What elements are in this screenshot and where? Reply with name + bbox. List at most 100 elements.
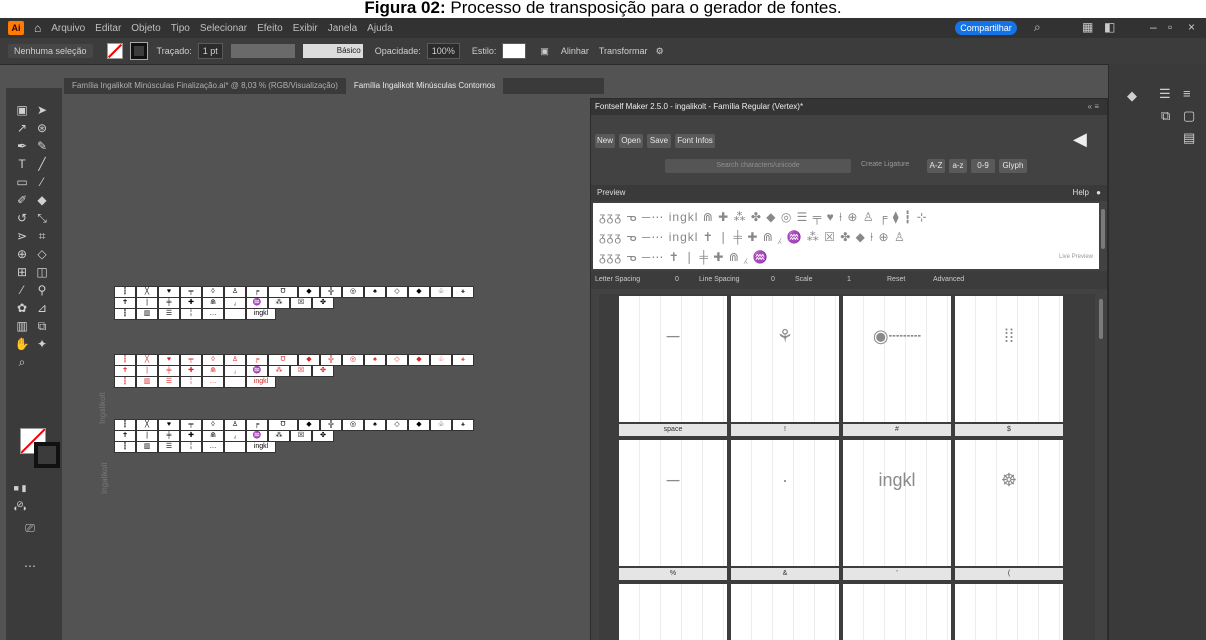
type-tool-icon[interactable]: T — [14, 156, 30, 172]
home-icon[interactable]: ⌂ — [34, 21, 41, 35]
glyph-cell[interactable]: ⚹ — [452, 286, 474, 298]
menu-exibir[interactable]: Exibir — [293, 23, 318, 34]
puppet-warp-tool-icon[interactable]: ✦ — [34, 336, 50, 352]
glyph-cell[interactable]: ♠ — [364, 419, 386, 431]
glyph-cell[interactable]: ☒ — [290, 297, 312, 309]
brush-tool-icon[interactable]: ⁄ — [34, 174, 50, 190]
search-icon[interactable]: ⌕ — [1034, 20, 1041, 35]
glyph-cell[interactable]: ╎ — [180, 376, 202, 388]
pen-tool-icon[interactable]: ✒ — [14, 138, 30, 154]
variable-width-field[interactable] — [230, 44, 295, 58]
glyph-cell[interactable]: … — [202, 441, 224, 453]
panel-collapse-icon[interactable]: « ≡ — [1088, 102, 1099, 111]
help-label[interactable]: Help — [1073, 185, 1089, 201]
glyph-cell[interactable]: ◎ — [342, 354, 364, 366]
menu-icon[interactable]: ≡ — [1183, 86, 1191, 101]
glyph-cell[interactable]: ✤ — [312, 297, 334, 309]
glyph-card-label[interactable]: # — [843, 424, 951, 436]
glyph-cell[interactable]: ingkl — [246, 441, 276, 453]
glyph-cell[interactable]: ▥ — [136, 308, 158, 320]
glyph-cell[interactable]: ◎ — [342, 286, 364, 298]
advanced-button[interactable]: Advanced — [933, 271, 964, 289]
glyph-cell[interactable] — [224, 441, 246, 453]
font-infos-button[interactable]: Font Infos — [675, 134, 715, 148]
glyph-cell[interactable]: ♧ — [430, 419, 452, 431]
maximize-icon[interactable]: ▫ — [1168, 20, 1172, 34]
layers-icon[interactable]: ⧉ — [1161, 108, 1170, 124]
live-preview-toggle[interactable]: Live Preview — [1059, 247, 1093, 267]
glyph-cell[interactable]: … — [202, 376, 224, 388]
glyph-cell[interactable]: ◆ — [408, 419, 430, 431]
preview-text-area[interactable]: ᵹᵹᵹ ᓀ ─⋯ ingkl ⋒ ✚ ⁂ ✤ ◆ ◎ ☰ ╤ ♥ ⍿ ⊕ ♙ ╒… — [593, 203, 1099, 269]
glyph-card[interactable]: ⚘ — [731, 296, 839, 422]
edit-toolbar-icon[interactable]: ⋯ — [22, 558, 38, 574]
glyph-cell[interactable]: ♠ — [364, 354, 386, 366]
menu-selecionar[interactable]: Selecionar — [200, 23, 247, 34]
glyph-cell[interactable]: ╎ — [180, 441, 202, 453]
menu-janela[interactable]: Janela — [328, 23, 357, 34]
glyph-cell[interactable]: ◆ — [408, 286, 430, 298]
glyph-cell[interactable]: ◆ — [408, 354, 430, 366]
gradient-tool-icon[interactable]: ◫ — [34, 264, 50, 280]
save-button[interactable]: Save — [647, 134, 671, 148]
glyph-cell[interactable]: ☰ — [158, 441, 180, 453]
glyph-card[interactable] — [619, 584, 727, 640]
case-lower-button[interactable]: a-z — [949, 159, 967, 173]
menu-tipo[interactable]: Tipo — [171, 23, 190, 34]
perspective-tool-icon[interactable]: ◇ — [34, 246, 50, 262]
glyph-card-label[interactable]: space — [619, 424, 727, 436]
slice-tool-icon[interactable]: ⊿ — [34, 300, 50, 316]
glyph-cell[interactable]: ingkl — [246, 308, 276, 320]
letter-spacing-value[interactable]: 0 — [675, 271, 679, 289]
glyph-cell[interactable]: ♠ — [364, 286, 386, 298]
color-mode-icon[interactable]: ■ ▮ ⊘ — [12, 480, 28, 509]
opacity-field[interactable]: 100% — [426, 43, 460, 59]
free-transform-tool-icon[interactable]: ⌗ — [34, 228, 50, 244]
open-button[interactable]: Open — [619, 134, 643, 148]
mesh-tool-icon[interactable]: ⊞ — [14, 264, 30, 280]
glyph-cell[interactable]: ⚹ — [452, 354, 474, 366]
line-spacing-value[interactable]: 0 — [771, 271, 775, 289]
document-setup-icon[interactable]: ▣ — [540, 46, 549, 57]
glyph-cell[interactable]: ▥ — [136, 376, 158, 388]
glyph-card[interactable]: ◉┄┄┄ — [843, 296, 951, 422]
glyph-cell[interactable]: … — [202, 308, 224, 320]
artboard-tool2-icon[interactable]: ⧉ — [34, 318, 50, 334]
align-link[interactable]: Alinhar — [561, 46, 589, 56]
workspace-icon[interactable]: ◧ — [1104, 20, 1115, 34]
glyph-sheet[interactable]: ┇ ╳ ♥ ╤ ◊ ♙ ╒ Ʊ ◆ ╬ ◎ ♠ ◇ ◆ ♧ ⚹ ✝ ❘ ╪ ✚ ⋒ ⁁ ♒ ⁂ ☒ ✤ ┇ ▥ ☰ ╎… ingkl — [58, 286, 588, 326]
glyph-card-label[interactable]: ! — [731, 424, 839, 436]
glyph-card-label[interactable]: ' — [843, 568, 951, 580]
unicode-search-input[interactable]: Search characters/unicode — [665, 159, 851, 173]
glyph-card-label[interactable]: $ — [955, 424, 1063, 436]
glyph-cell[interactable]: ◎ — [342, 419, 364, 431]
glyph-card[interactable]: · — [731, 440, 839, 566]
menu-editar[interactable]: Editar — [95, 23, 121, 34]
glyph-card[interactable] — [843, 584, 951, 640]
glyph-cell[interactable]: ⚹ — [452, 419, 474, 431]
share-button[interactable]: Compartilhar — [955, 21, 1017, 35]
selection-tool-icon[interactable]: ➤ — [34, 102, 50, 118]
menu-objeto[interactable]: Objeto — [131, 23, 160, 34]
glyph-cell[interactable]: ingkl — [246, 376, 276, 388]
graph-tool-icon[interactable]: ▥ — [14, 318, 30, 334]
eyedropper-tool-icon[interactable]: ⁄ — [14, 282, 30, 298]
glyph-cell[interactable] — [224, 376, 246, 388]
stroke-weight-field[interactable]: 1 pt — [197, 43, 223, 59]
glyph-cell[interactable]: ♧ — [430, 286, 452, 298]
glyph-cell[interactable]: ╎ — [180, 308, 202, 320]
stroke-color-icon[interactable] — [34, 442, 60, 468]
glyph-cell[interactable]: ☒ — [290, 430, 312, 442]
lasso-tool-icon[interactable]: ⊛ — [34, 120, 50, 136]
eraser-tool-icon[interactable]: ◆ — [34, 192, 50, 208]
tab-document-1[interactable]: Família Ingalikolt Minúsculas Finalizaçã… — [64, 78, 346, 94]
glyph-cell[interactable]: ┇ — [114, 308, 136, 320]
more-options-icon[interactable]: ⚙ — [656, 46, 664, 57]
glyph-card[interactable]: ─ — [619, 440, 727, 566]
case-glyph-button[interactable]: Glyph — [999, 159, 1027, 173]
assets-icon[interactable]: ▤ — [1183, 130, 1195, 146]
zoom-tool-icon[interactable]: ⌕ — [14, 354, 30, 370]
transform-link[interactable]: Transformar — [599, 46, 648, 56]
libraries-icon[interactable]: ☰ — [1159, 86, 1171, 102]
glyph-sheet[interactable]: ┇ ╳ ♥ ╤ ◊ ♙ ╒ Ʊ ◆ ╬ ◎ ♠ ◇ ◆ ♧ ⚹ ✝ ❘ ╪ ✚ ⋒ ⁁ ♒ ⁂ ☒ ✤ ┇ ▥ ☰ ╎… ingkl — [58, 419, 588, 459]
